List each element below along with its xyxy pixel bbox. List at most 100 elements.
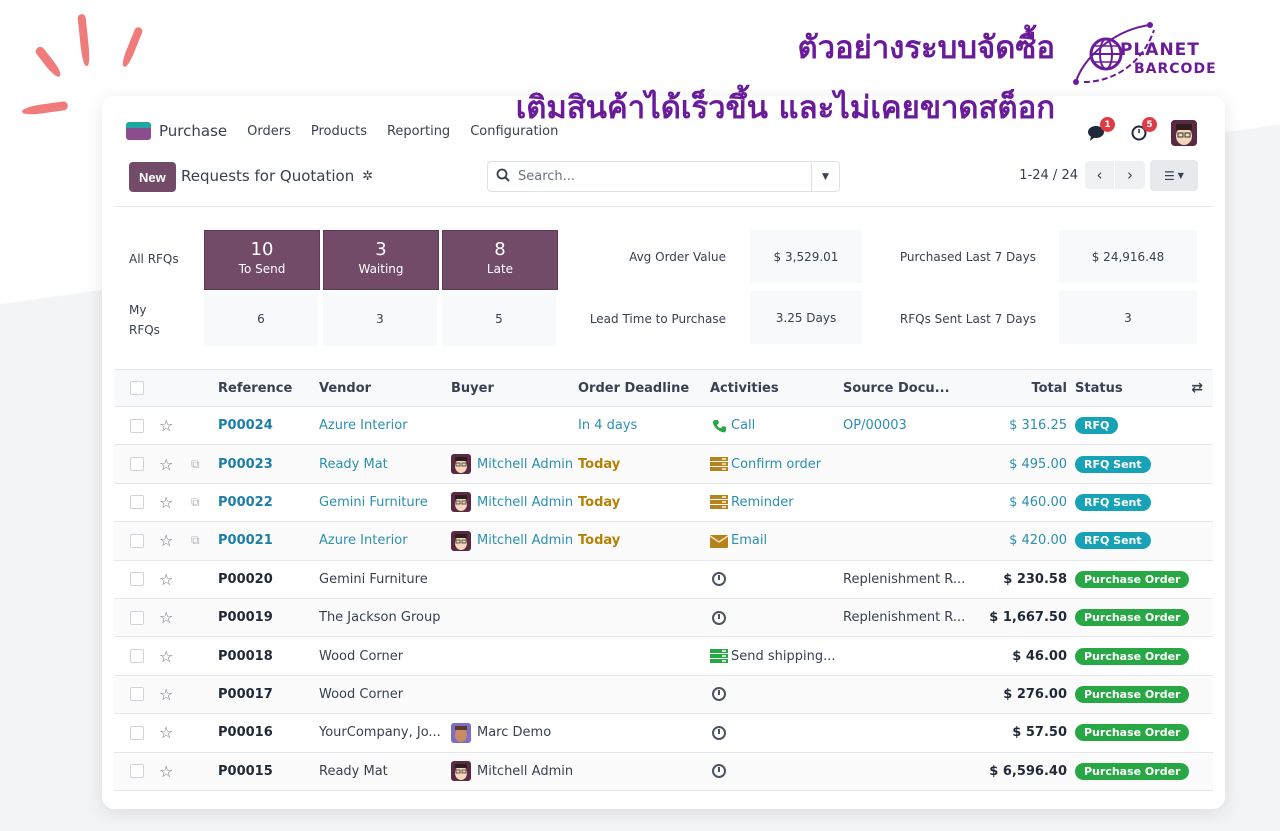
row-checkbox[interactable] [130, 561, 144, 598]
row-activity[interactable] [710, 676, 731, 713]
tile-to-send[interactable]: 10 To Send [204, 230, 320, 290]
column-order-deadline[interactable]: Order Deadline [578, 370, 689, 406]
star-icon[interactable]: ☆ [159, 484, 173, 521]
status-badge: RFQ [1075, 417, 1119, 435]
table-row[interactable]: ☆ P00017 Wood Corner $ 276.00 Purchase Order [114, 675, 1213, 715]
clock-icon [710, 572, 728, 587]
star-icon[interactable]: ☆ [159, 714, 173, 751]
kpi-lead-time-label: Lead Time to Purchase [589, 312, 726, 326]
row-activity[interactable]: Call [710, 407, 755, 444]
row-checkbox[interactable] [130, 753, 144, 790]
activities-button[interactable]: 5 [1129, 117, 1157, 143]
pager-previous-button[interactable]: ‹ [1085, 161, 1115, 189]
phone-icon [710, 419, 728, 433]
tile-waiting[interactable]: 3 Waiting [323, 230, 439, 290]
gear-icon[interactable]: ✲ [362, 169, 373, 184]
view-switcher-button[interactable]: ☰ ▼ [1150, 160, 1198, 191]
row-activity[interactable]: Email [710, 522, 767, 559]
table-row[interactable]: ☆ ⧉ P00021 Azure Interior Mitchell Admin Toda… [114, 522, 1213, 561]
search-input[interactable]: Search... [518, 169, 811, 184]
table-row[interactable]: ☆ P00018 Wood Corner Send shipping... $ 46.0… [114, 637, 1213, 676]
row-activity[interactable]: Reminder [710, 484, 794, 521]
row-buyer[interactable]: Marc Demo [451, 714, 551, 751]
my-waiting[interactable]: 3 [323, 292, 437, 346]
menu-reporting[interactable]: Reporting [387, 124, 450, 139]
row-checkbox[interactable] [130, 599, 144, 636]
star-icon[interactable]: ☆ [159, 561, 173, 598]
row-activity[interactable] [710, 753, 731, 790]
tile-late[interactable]: 8 Late [442, 230, 558, 290]
pager-buttons: ‹ › [1085, 161, 1145, 189]
my-late[interactable]: 5 [442, 292, 556, 346]
row-activity[interactable] [710, 714, 731, 751]
row-activity[interactable] [710, 561, 731, 598]
star-icon[interactable]: ☆ [159, 522, 173, 559]
row-vendor: Azure Interior [319, 533, 408, 549]
column-reference[interactable]: Reference [218, 370, 292, 406]
row-activity[interactable]: Confirm order [710, 445, 821, 482]
row-checkbox[interactable] [130, 676, 144, 713]
table-row[interactable]: ☆ P00024 Azure Interior In 4 days Call OP/000… [114, 407, 1213, 446]
column-activities[interactable]: Activities [710, 370, 779, 406]
row-vendor: Ready Mat [319, 456, 388, 472]
new-button[interactable]: New [129, 162, 176, 192]
row-buyer[interactable]: Mitchell Admin [451, 484, 573, 521]
my-to-send[interactable]: 6 [204, 292, 318, 346]
row-status: RFQ Sent [1075, 484, 1151, 521]
star-icon[interactable]: ☆ [159, 753, 173, 790]
pager-next-button[interactable]: › [1115, 161, 1145, 189]
status-badge: Purchase Order [1075, 647, 1190, 665]
row-checkbox[interactable] [130, 522, 144, 559]
rfq-dashboard: All RFQs My RFQs 10 To Send 3 Waiting 8 … [102, 230, 1225, 348]
row-checkbox[interactable] [130, 445, 144, 482]
row-checkbox[interactable] [130, 637, 144, 674]
row-checkbox[interactable] [130, 484, 144, 521]
messages-button[interactable]: 1 [1087, 117, 1115, 143]
star-icon[interactable]: ☆ [159, 599, 173, 636]
star-icon[interactable]: ☆ [159, 407, 173, 444]
star-icon[interactable]: ☆ [159, 445, 173, 482]
row-buyer[interactable]: Mitchell Admin [451, 522, 573, 559]
star-icon[interactable]: ☆ [159, 637, 173, 674]
row-checkbox[interactable] [130, 407, 144, 444]
row-checkbox[interactable] [130, 714, 144, 751]
duplicate-icon: ⧉ [191, 533, 200, 548]
search-options-toggle[interactable]: ▼ [811, 162, 839, 191]
table-row[interactable]: ☆ P00015 Ready Mat Mitchell Admin $ 6,596.40… [114, 752, 1213, 791]
kpi-purchased-value: $ 24,916.48 [1059, 230, 1197, 283]
planet-barcode-logo: PLANET BARCODE [1072, 20, 1222, 90]
user-avatar[interactable] [1171, 120, 1197, 146]
menu-products[interactable]: Products [311, 124, 367, 139]
row-buyer[interactable]: Mitchell Admin [451, 445, 573, 482]
purchase-app-icon[interactable] [126, 122, 151, 140]
menu-orders[interactable]: Orders [247, 124, 291, 139]
row-reference: P00020 [218, 571, 273, 587]
divider [114, 206, 1213, 207]
row-reference: P00018 [218, 648, 273, 664]
column-status[interactable]: Status [1075, 370, 1123, 406]
status-badge: Purchase Order [1075, 724, 1190, 742]
row-activity[interactable] [710, 599, 731, 636]
tile-late-count: 8 [494, 239, 506, 260]
table-row[interactable]: ☆ P00020 Gemini Furniture Replenishment R..… [114, 561, 1213, 599]
row-vendor: Azure Interior [319, 418, 408, 434]
table-row[interactable]: ☆ ⧉ P00023 Ready Mat Mitchell Admin Today Conf… [114, 445, 1213, 484]
top-navbar: Purchase Orders Products Reporting Confi… [126, 122, 578, 140]
table-row[interactable]: ☆ P00019 The Jackson Group Replenishment R.… [114, 598, 1213, 638]
table-row[interactable]: ☆ ⧉ P00022 Gemini Furniture Mitchell Admin To… [114, 484, 1213, 523]
select-all-checkbox[interactable] [130, 370, 144, 406]
row-deadline: Today [578, 533, 621, 549]
table-row[interactable]: ☆ P00016 YourCompany, Jo... Marc Demo $ 57.5… [114, 714, 1213, 753]
row-buyer[interactable]: Mitchell Admin [451, 753, 573, 790]
avatar-face-icon [1171, 120, 1197, 146]
column-buyer[interactable]: Buyer [451, 370, 494, 406]
row-activity[interactable]: Send shipping... [710, 637, 836, 674]
column-total[interactable]: Total [1031, 370, 1067, 406]
column-vendor[interactable]: Vendor [319, 370, 371, 406]
column-source-document[interactable]: Source Docu... [843, 370, 950, 406]
optional-columns-icon[interactable]: ⇄ [1191, 370, 1203, 406]
app-name[interactable]: Purchase [159, 122, 227, 140]
row-deadline: In 4 days [578, 418, 638, 434]
pager-value[interactable]: 1-24 / 24 [1019, 168, 1078, 183]
star-icon[interactable]: ☆ [159, 676, 173, 713]
